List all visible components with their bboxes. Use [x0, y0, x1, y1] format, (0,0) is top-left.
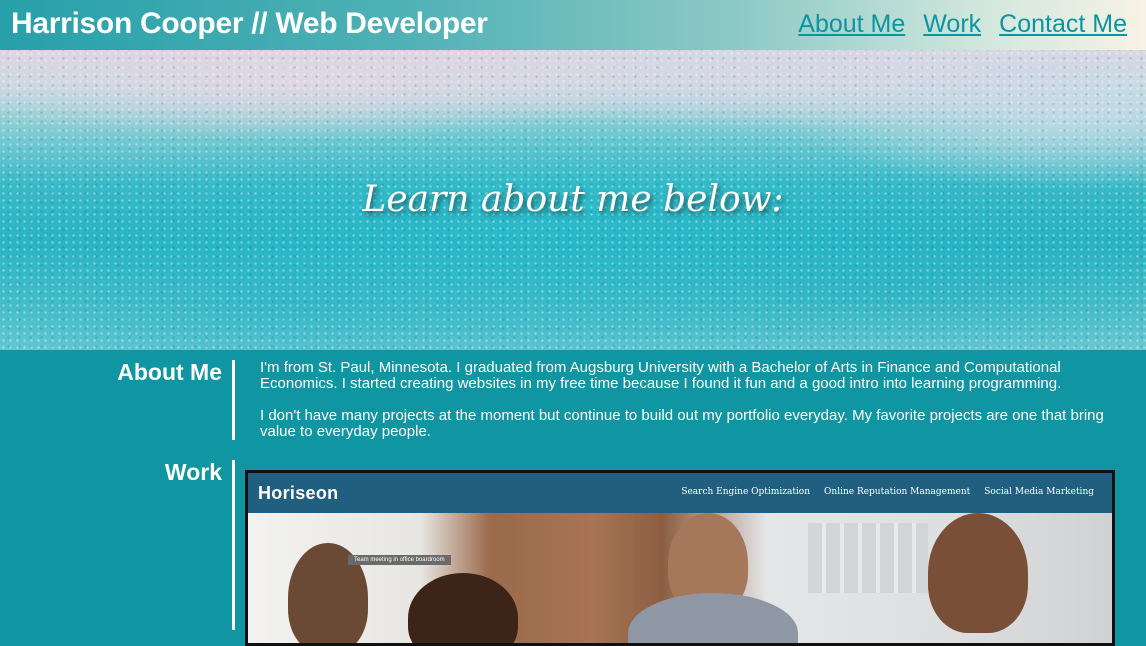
preview-person-shirt	[628, 593, 798, 643]
preview-header-bar: Horiseon Search Engine Optimization Onli…	[248, 473, 1112, 513]
nav-link-work[interactable]: Work	[923, 10, 981, 39]
preview-hero-photo: Team meeting in office boardroom	[248, 513, 1112, 643]
preview-person-right	[928, 513, 1028, 633]
preview-person-center-left	[408, 573, 518, 643]
main-nav: About Me Work Contact Me	[798, 10, 1127, 39]
preview-nav: Search Engine Optimization Online Reputa…	[681, 487, 1094, 497]
about-me-heading: About Me	[117, 359, 222, 385]
work-divider	[232, 460, 235, 630]
work-heading: Work	[164, 459, 222, 485]
nav-link-about-me[interactable]: About Me	[798, 10, 905, 39]
about-me-divider	[232, 360, 235, 440]
nav-link-contact-me[interactable]: Contact Me	[999, 10, 1127, 39]
preview-image-caption: Team meeting in office boardroom	[348, 555, 451, 565]
project-preview-horiseon[interactable]: Horiseon Search Engine Optimization Onli…	[245, 470, 1115, 646]
preview-logo: Horiseon	[258, 483, 339, 503]
site-title: Harrison Cooper // Web Developer	[11, 7, 488, 40]
hero-heading: Learn about me below:	[362, 179, 784, 220]
about-paragraph-2: I don't have many projects at the moment…	[260, 407, 1104, 440]
about-paragraph-1: I'm from St. Paul, Minnesota. I graduate…	[260, 359, 1062, 392]
site-header: Harrison Cooper // Web Developer About M…	[0, 0, 1146, 50]
preview-nav-item: Online Reputation Management	[824, 487, 971, 497]
preview-nav-item: Social Media Marketing	[984, 487, 1094, 497]
preview-wall-panel	[808, 523, 928, 593]
preview-nav-item: Search Engine Optimization	[681, 487, 811, 497]
hero-banner: Learn about me below:	[0, 50, 1146, 350]
about-me-text: I'm from St. Paul, Minnesota. I graduate…	[260, 360, 1130, 456]
